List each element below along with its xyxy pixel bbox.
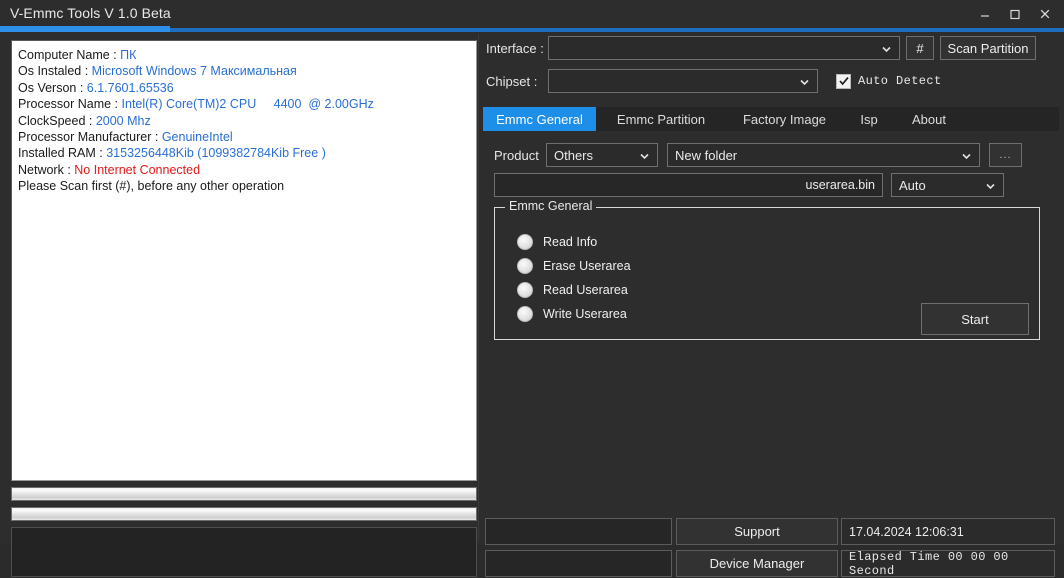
window-controls	[970, 0, 1060, 27]
chipset-select[interactable]	[548, 69, 818, 93]
info-line: Please Scan first (#), before any other …	[18, 178, 470, 194]
info-line: Os Verson : 6.1.7601.65536	[18, 80, 470, 96]
maximize-icon[interactable]	[1000, 1, 1030, 27]
auto-detect-label: Auto Detect	[858, 74, 942, 88]
scan-partition-button[interactable]: Scan Partition	[940, 36, 1036, 60]
datetime-display: 17.04.2024 12:06:31	[841, 518, 1055, 545]
radio-dot-icon	[517, 258, 533, 274]
progress-bar-secondary	[11, 507, 477, 521]
status-field-2	[485, 550, 672, 577]
tab-emmc-partition[interactable]: Emmc Partition	[596, 107, 726, 131]
info-line-value: ПК	[120, 48, 137, 62]
interface-select[interactable]	[548, 36, 900, 60]
tab-strip: Emmc General Emmc Partition Factory Image I…	[483, 107, 1059, 132]
info-line: Installed RAM : 3153256448Kib (109938278…	[18, 145, 470, 161]
mode-value: Auto	[899, 177, 926, 193]
window-title: V-Emmc Tools V 1.0 Beta	[10, 5, 171, 21]
tab-about[interactable]: About	[895, 107, 963, 131]
radio-option-label: Read Userarea	[543, 283, 628, 297]
close-icon[interactable]	[1030, 1, 1060, 27]
info-line-value: No Internet Connected	[74, 162, 201, 177]
device-manager-button[interactable]: Device Manager	[676, 550, 838, 577]
status-bar: Support Device Manager 17.04.2024 12:06:…	[482, 486, 1060, 578]
info-line: Os Instaled : Microsoft Windows 7 Максим…	[18, 63, 470, 79]
tab-factory-image[interactable]: Factory Image	[726, 107, 843, 131]
status-field-1	[485, 518, 672, 545]
info-line-value: Intel(R) Core(TM)2 CPU 4400 @ 2.00GHz	[121, 97, 374, 112]
product-label: Product	[494, 147, 539, 163]
system-info-box: Computer Name : ПК Os Instaled : Microsof…	[11, 40, 477, 481]
scan-hash-button[interactable]: #	[906, 36, 934, 60]
elapsed-time-text: Elapsed Time 00 00 00 Second	[849, 549, 1009, 578]
folder-value: New folder	[675, 147, 738, 163]
support-button[interactable]: Support	[676, 518, 838, 545]
tab-emmc-general[interactable]: Emmc General	[483, 107, 596, 131]
radio-option-read-info[interactable]: Read Info	[517, 234, 597, 250]
title-accent-highlight	[0, 26, 170, 32]
interface-label: Interface :	[486, 40, 544, 56]
chevron-down-icon	[985, 180, 996, 191]
mode-select[interactable]: Auto	[891, 173, 1004, 197]
product-value: Others	[554, 147, 594, 163]
chipset-row: Chipset : Auto Detect	[486, 69, 942, 93]
info-line-value: GenuineIntel	[161, 130, 233, 145]
radio-dot-icon	[517, 306, 533, 322]
log-box	[11, 527, 477, 577]
info-line-key: Computer Name :	[18, 48, 121, 62]
info-line-key: Os Verson :	[18, 80, 87, 95]
info-line-key: Please Scan first (#), before any other …	[18, 179, 285, 194]
info-line-value: Microsoft Windows 7 Максимальная	[91, 64, 297, 79]
info-line: Processor Manufacturer : GenuineIntel	[18, 129, 470, 145]
panel-divider	[478, 34, 479, 540]
info-line-value: 3153256448Kib (1099382784Kib Free )	[106, 146, 326, 161]
chevron-down-icon	[799, 76, 810, 87]
group-title: Emmc General	[505, 199, 597, 213]
info-line: Computer Name : ПК	[18, 47, 470, 63]
title-bar: V-Emmc Tools V 1.0 Beta	[0, 0, 1064, 28]
folder-select[interactable]: New folder	[667, 143, 980, 167]
product-row: Product Others New folder ...	[494, 143, 1022, 167]
left-panel: Computer Name : ПК Os Instaled : Microsof…	[6, 38, 477, 577]
info-line-key: Network :	[18, 162, 75, 177]
info-line: ClockSpeed : 2000 Mhz	[18, 113, 470, 129]
file-row: userarea.bin Auto	[494, 173, 1004, 197]
radio-option-label: Read Info	[543, 235, 598, 249]
minimize-icon[interactable]	[970, 1, 1000, 27]
auto-detect-checkbox[interactable]: Auto Detect	[836, 73, 942, 89]
info-line-value: 6.1.7601.65536	[86, 80, 174, 95]
radio-dot-icon	[517, 282, 533, 298]
start-button[interactable]: Start	[921, 303, 1029, 335]
radio-dot-icon	[517, 234, 533, 250]
checkbox-box	[836, 73, 851, 89]
radio-option-erase-userarea[interactable]: Erase Userarea	[517, 258, 631, 274]
info-line-key: Processor Manufacturer :	[18, 130, 162, 145]
check-icon	[838, 77, 849, 86]
interface-row: Interface : # Scan Partition	[486, 36, 1036, 60]
tab-isp[interactable]: Isp	[843, 107, 895, 131]
browse-button[interactable]: ...	[989, 143, 1022, 167]
info-line-key: Installed RAM :	[18, 146, 107, 161]
application-window: V-Emmc Tools V 1.0 Beta Computer Name : …	[0, 0, 1064, 578]
info-line-key: Processor Name :	[18, 97, 122, 112]
info-line-value: 2000 Mhz	[95, 113, 151, 128]
chevron-down-icon	[639, 150, 650, 161]
chevron-down-icon	[961, 150, 972, 161]
radio-option-read-userarea[interactable]: Read Userarea	[517, 282, 628, 298]
tab-panel-emmc-general: Product Others New folder ... userarea.b…	[483, 131, 1059, 491]
chevron-down-icon	[881, 43, 892, 54]
info-line-key: ClockSpeed :	[18, 113, 96, 128]
progress-bar-primary	[11, 487, 477, 501]
chipset-label: Chipset :	[486, 73, 538, 89]
info-line: Processor Name : Intel(R) Core(TM)2 CPU …	[18, 96, 470, 112]
radio-option-write-userarea[interactable]: Write Userarea	[517, 306, 627, 322]
radio-option-label: Write Userarea	[543, 307, 627, 321]
elapsed-time-display: Elapsed Time 00 00 00 Second	[841, 549, 1055, 578]
product-select[interactable]: Others	[546, 143, 658, 167]
radio-option-label: Erase Userarea	[543, 259, 631, 273]
info-line: Network : No Internet Connected	[18, 162, 470, 178]
right-panel: Interface : # Scan Partition Chipset : A…	[482, 34, 1060, 578]
file-name-input[interactable]: userarea.bin	[494, 173, 883, 197]
info-line-key: Os Instaled :	[18, 64, 92, 79]
emmc-general-group: Emmc General Read Info Erase Userarea Read…	[494, 199, 1040, 340]
